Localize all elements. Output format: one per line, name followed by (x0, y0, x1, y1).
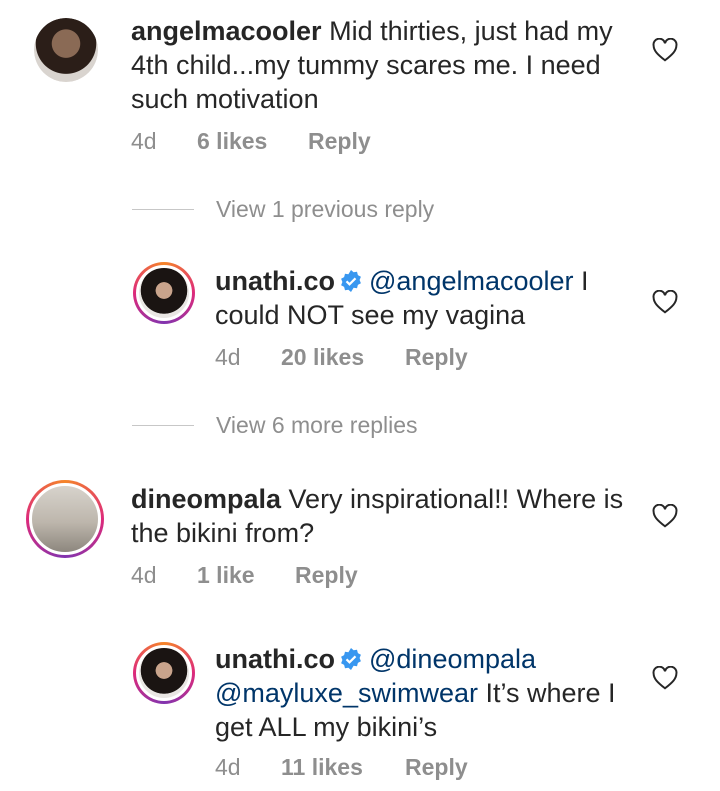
comment-username[interactable]: dineompala (131, 484, 281, 514)
reply-unathi-2: unathi.co @dineompala @mayluxe_swimwear I… (0, 630, 720, 791)
heart-icon[interactable] (652, 38, 678, 62)
reply-unathi-1: unathi.co @angelmacooler I could NOT see … (0, 250, 720, 380)
comment-username[interactable]: unathi.co (215, 644, 335, 674)
verified-badge-icon (341, 648, 361, 670)
mention-link[interactable]: @dineompala (369, 644, 536, 674)
divider-line (132, 425, 194, 426)
comment-username[interactable]: unathi.co (215, 266, 335, 296)
view-previous-label: View 1 previous reply (216, 196, 435, 222)
comment-time: 4d (215, 344, 241, 370)
comment-meta: 4d 20 likes Reply (215, 344, 468, 371)
view-more-label: View 6 more replies (216, 412, 418, 438)
comment-text: dineompala Very inspirational!! Where is… (131, 482, 631, 550)
likes-count[interactable]: 1 like (197, 562, 295, 589)
comment-dineompala: dineompala Very inspirational!! Where is… (0, 470, 720, 600)
mention-link[interactable]: @angelmacooler (369, 266, 574, 296)
comment-text: angelmacooler Mid thirties, just had my … (131, 14, 631, 116)
mention-link[interactable]: @mayluxe_swimwear (215, 678, 478, 708)
comment-text: unathi.co @dineompala @mayluxe_swimwear I… (215, 642, 635, 744)
reply-button[interactable]: Reply (295, 562, 358, 589)
divider-line (132, 209, 194, 210)
reply-button[interactable]: Reply (308, 128, 371, 155)
view-previous-replies[interactable]: View 1 previous reply (132, 196, 434, 223)
comment-meta: 4d 11 likes Reply (215, 754, 468, 781)
view-more-replies[interactable]: View 6 more replies (132, 412, 418, 439)
comment-time: 4d (131, 128, 157, 154)
reply-button[interactable]: Reply (405, 344, 468, 371)
avatar[interactable] (133, 642, 195, 704)
reply-button[interactable]: Reply (405, 754, 468, 781)
likes-count[interactable]: 11 likes (281, 754, 405, 781)
comment-text: unathi.co @angelmacooler I could NOT see … (215, 264, 625, 332)
comment-meta: 4d 6 likes Reply (131, 128, 371, 155)
avatar[interactable] (26, 480, 104, 558)
comment-meta: 4d 1 like Reply (131, 562, 358, 589)
heart-icon[interactable] (652, 504, 678, 528)
heart-icon[interactable] (652, 290, 678, 314)
heart-icon[interactable] (652, 666, 678, 690)
comment-time: 4d (131, 562, 157, 588)
likes-count[interactable]: 20 likes (281, 344, 405, 371)
avatar[interactable] (34, 18, 98, 82)
comment-username[interactable]: angelmacooler (131, 16, 322, 46)
avatar[interactable] (133, 262, 195, 324)
comment-angelmacooler: angelmacooler Mid thirties, just had my … (0, 0, 720, 190)
comment-time: 4d (215, 754, 241, 780)
likes-count[interactable]: 6 likes (197, 128, 308, 155)
verified-badge-icon (341, 270, 361, 292)
